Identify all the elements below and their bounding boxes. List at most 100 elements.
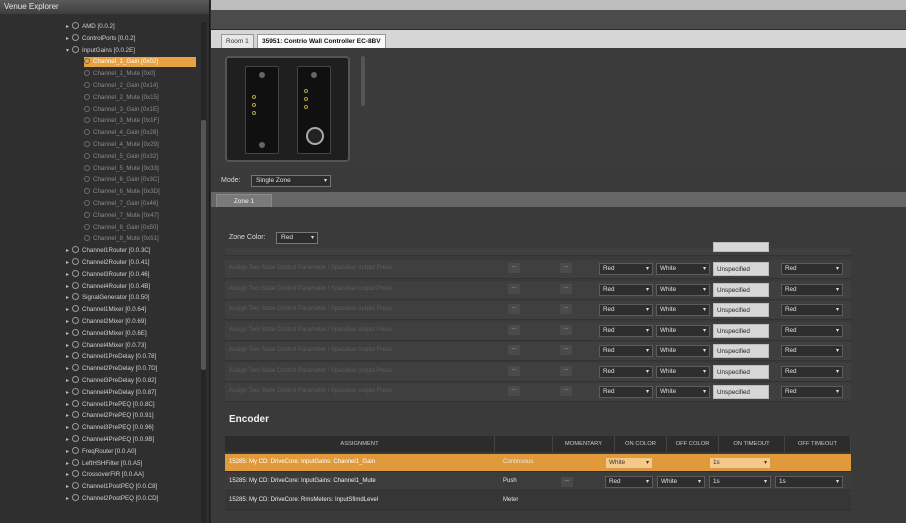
momentary-toggle[interactable]: – (508, 345, 520, 355)
tree-item[interactable]: ▸ Channel1PostPEQ [0.0.C8] (66, 482, 157, 492)
tree-child-item[interactable]: Channel_4_Mute [0x29] (84, 140, 159, 150)
tree-child-item[interactable]: Channel_6_Gain [0x3C] (84, 175, 159, 185)
expand-toggle-icon[interactable]: ▸ (66, 364, 72, 374)
off-color-dropdown[interactable]: White ▾ (656, 304, 710, 316)
tree-item[interactable]: ▸ Channel3PreDelay [0.0.82] (66, 376, 156, 386)
tree-item[interactable]: ▸ Channel2Router [0.0.41] (66, 258, 149, 268)
momentary-toggle[interactable]: – (560, 304, 572, 314)
tree-item[interactable]: ▸ Channel3Mixer [0.0.6E] (66, 328, 147, 339)
button-assignment-text[interactable]: Assign Two State Control Parameter / Spa… (229, 388, 392, 394)
tree-item[interactable]: ▸ Channel1Router [0.0.3C] (66, 246, 150, 256)
tree-child-item[interactable]: Channel_7_Gain [0x46] (84, 199, 158, 209)
tree-child-item[interactable]: Channel_1_Gain [0x02] (84, 57, 196, 68)
on-color-dropdown[interactable]: Red ▾ (605, 476, 653, 488)
tree-item[interactable]: ▸ AMD [0.0.2] (66, 22, 115, 32)
tree-child-item[interactable]: Channel_8_Mute [0x51] (84, 234, 159, 244)
off-timeout-dropdown[interactable]: Red ▾ (781, 283, 843, 296)
timeout-field[interactable]: Unspecified (713, 282, 769, 297)
zone-color-dropdown[interactable]: Red ▾ (276, 232, 319, 244)
tree-child-item[interactable]: Channel_5_Gain [0x32] (84, 152, 158, 162)
expand-toggle-icon[interactable]: ▸ (66, 246, 72, 256)
tree-child-item[interactable]: Channel_3_Gain [0x1E] (84, 105, 159, 115)
tab-room-1[interactable]: Room 1 (221, 34, 254, 48)
tree-item[interactable]: ▸ Channel1PrePEQ [0.0.8C] (66, 399, 155, 410)
tree-item[interactable]: ▸ Channel2Mixer [0.0.69] (66, 317, 146, 327)
button-assignment-text[interactable]: Assign Two State Control Parameter / Spa… (229, 368, 392, 374)
timeout-field[interactable] (713, 242, 769, 252)
on-color-dropdown[interactable]: Red ▾ (599, 304, 653, 316)
tree-item[interactable]: ▸ LeftHSHFilter [0.0.A5] (66, 458, 142, 469)
on-color-dropdown[interactable]: Red ▾ (599, 386, 653, 398)
tree-item[interactable]: ▸ Channel2PrePEQ [0.0.91] (66, 411, 154, 421)
button-assignment-text[interactable]: Assign Two State Control Parameter / Spa… (229, 347, 392, 353)
tree-item[interactable]: ▸ SignalGenerator [0.0.50] (66, 293, 149, 303)
momentary-toggle[interactable]: – (560, 386, 572, 396)
off-timeout-dropdown[interactable]: Red ▾ (781, 345, 843, 357)
expand-toggle-icon[interactable]: ▸ (66, 482, 72, 492)
off-timeout-dropdown[interactable]: Red ▾ (781, 263, 843, 275)
momentary-toggle[interactable]: – (560, 365, 572, 376)
tree-item[interactable]: ▾ InputGains [0.0.2E] (66, 45, 135, 56)
tree-child-item[interactable]: Channel_3_Mute [0x1F] (84, 116, 159, 126)
button-assignment-text[interactable]: Assign Two State Control Parameter / Spa… (229, 327, 392, 333)
off-color-dropdown[interactable]: White ▾ (656, 283, 710, 296)
expand-toggle-icon[interactable]: ▸ (66, 317, 72, 327)
tree-item[interactable]: ▸ Channel3Router [0.0.46] (66, 269, 149, 280)
expand-toggle-icon[interactable]: ▸ (66, 459, 72, 469)
expand-toggle-icon[interactable]: ▸ (66, 329, 72, 339)
timeout-field[interactable]: Unspecified (713, 385, 769, 399)
on-color-dropdown[interactable]: Red ▾ (599, 283, 653, 296)
tree-item[interactable]: ▸ ControlPorts [0.0.2] (66, 33, 135, 44)
expand-toggle-icon[interactable]: ▸ (66, 423, 72, 433)
momentary-toggle[interactable]: – (508, 263, 520, 273)
tree-item[interactable]: ▸ Channel4PrePEQ [0.0.9B] (66, 435, 154, 445)
on-timeout-dropdown[interactable]: 1s ▾ (709, 476, 771, 488)
timeout-field[interactable]: Unspecified (713, 364, 769, 379)
tree-scrollbar-thumb[interactable] (201, 120, 206, 370)
on-color-dropdown[interactable]: Red ▾ (599, 324, 653, 337)
button-assignment-text[interactable]: Assign Two State Control Parameter / Spa… (229, 265, 392, 271)
tree-child-item[interactable]: Channel_5_Mute [0x33] (84, 164, 159, 174)
off-color-dropdown[interactable]: White ▾ (656, 263, 710, 275)
expand-toggle-icon[interactable]: ▾ (66, 46, 72, 56)
momentary-toggle[interactable]: – (560, 345, 572, 355)
encoder-row[interactable]: 15285: My CD: DriveCore: RmsMeters: Inpu… (225, 492, 851, 510)
momentary-toggle[interactable]: – (508, 386, 520, 396)
timeout-field[interactable]: Unspecified (713, 303, 769, 317)
device-scrollbar[interactable] (361, 56, 365, 106)
expand-toggle-icon[interactable]: ▸ (66, 22, 72, 32)
momentary-toggle[interactable]: – (560, 324, 572, 335)
tree-item[interactable]: ▸ Channel4PreDelay [0.0.87] (66, 387, 156, 398)
tree-item[interactable]: ▸ CrossoverFIR [0.0.AA] (66, 470, 144, 480)
off-color-dropdown[interactable]: White ▾ (656, 386, 710, 398)
momentary-toggle[interactable]: – (508, 304, 520, 314)
expand-toggle-icon[interactable]: ▸ (66, 305, 72, 315)
tree-item[interactable]: ▸ Channel3PrePEQ [0.0.96] (66, 423, 154, 433)
timeout-field[interactable]: Unspecified (713, 262, 769, 276)
tree-child-item[interactable]: Channel_2_Mute [0x15] (84, 93, 159, 103)
expand-toggle-icon[interactable]: ▸ (66, 494, 72, 504)
expand-toggle-icon[interactable]: ▸ (66, 258, 72, 268)
tab-wall-controller[interactable]: 35951: Contrio Wall Controller EC-8BV (257, 34, 386, 48)
off-color-dropdown[interactable]: White ▾ (657, 476, 705, 488)
tree-item[interactable]: ▸ Channel4Mixer [0.0.73] (66, 340, 146, 351)
tree-item[interactable]: ▸ Channel2PreDelay [0.0.7D] (66, 364, 157, 374)
tree-item[interactable]: ▸ Channel1Mixer [0.0.64] (66, 305, 146, 315)
expand-toggle-icon[interactable]: ▸ (66, 400, 72, 410)
on-color-dropdown[interactable]: Red ▾ (599, 365, 653, 378)
tree-child-item[interactable]: Channel_4_Gain [0x28] (84, 128, 158, 138)
momentary-toggle[interactable]: – (508, 283, 520, 294)
momentary-toggle[interactable]: – (508, 365, 520, 376)
tree-child-item[interactable]: Channel_8_Gain [0x50] (84, 223, 158, 233)
expand-toggle-icon[interactable]: ▸ (66, 341, 72, 351)
button-assignment-text[interactable]: Assign Two State Control Parameter / Spa… (229, 306, 392, 312)
timeout-field[interactable]: Unspecified (713, 344, 769, 358)
tree-child-item[interactable]: Channel_6_Mute [0x3D] (84, 187, 160, 197)
on-color-dropdown[interactable]: White ▾ (605, 457, 653, 469)
off-timeout-dropdown[interactable]: Red ▾ (781, 386, 843, 398)
momentary-toggle[interactable]: – (561, 477, 573, 487)
encoder-row[interactable]: 15285: My CD: DriveCore: InputGains: Cha… (225, 454, 851, 472)
expand-toggle-icon[interactable]: ▸ (66, 388, 72, 398)
expand-toggle-icon[interactable]: ▸ (66, 447, 72, 457)
off-timeout-dropdown[interactable]: 1s ▾ (775, 476, 843, 488)
